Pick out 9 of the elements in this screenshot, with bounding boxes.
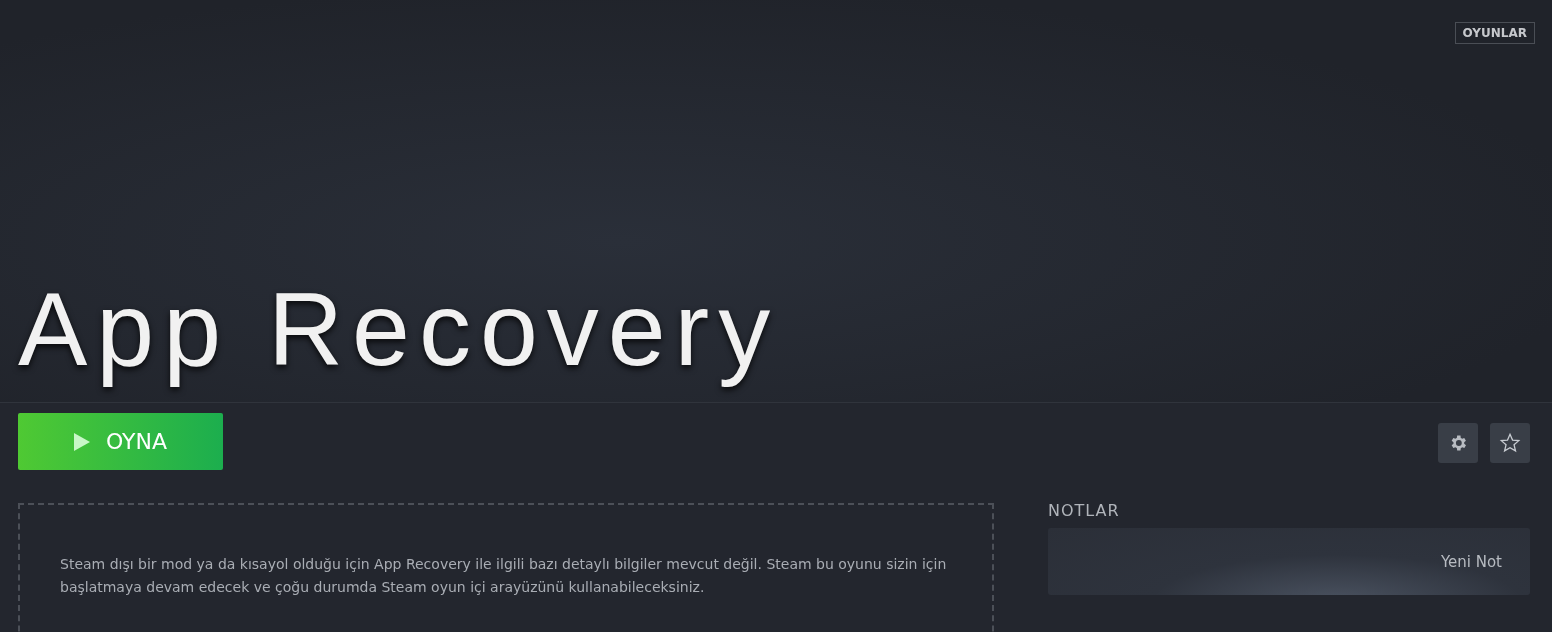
favorite-button[interactable] [1490, 423, 1530, 463]
new-note-button[interactable]: Yeni Not [1048, 528, 1530, 595]
game-title: App Recovery [17, 270, 781, 390]
settings-button[interactable] [1438, 423, 1478, 463]
info-message: Steam dışı bir mod ya da kısayol olduğu için App Recovery ile ilgili bazı detaylı bilgiler mevcut değil. Steam bu oyunu sizin için başlatmaya devam edecek ve çoğu durumda Steam oyun içi arayüzünü kullanabileceksiniz. [60, 555, 948, 597]
star-icon [1499, 432, 1521, 454]
play-icon [73, 432, 90, 451]
category-tag[interactable]: OYUNLAR [1454, 22, 1535, 44]
notes-heading: NOTLAR [1048, 501, 1121, 520]
